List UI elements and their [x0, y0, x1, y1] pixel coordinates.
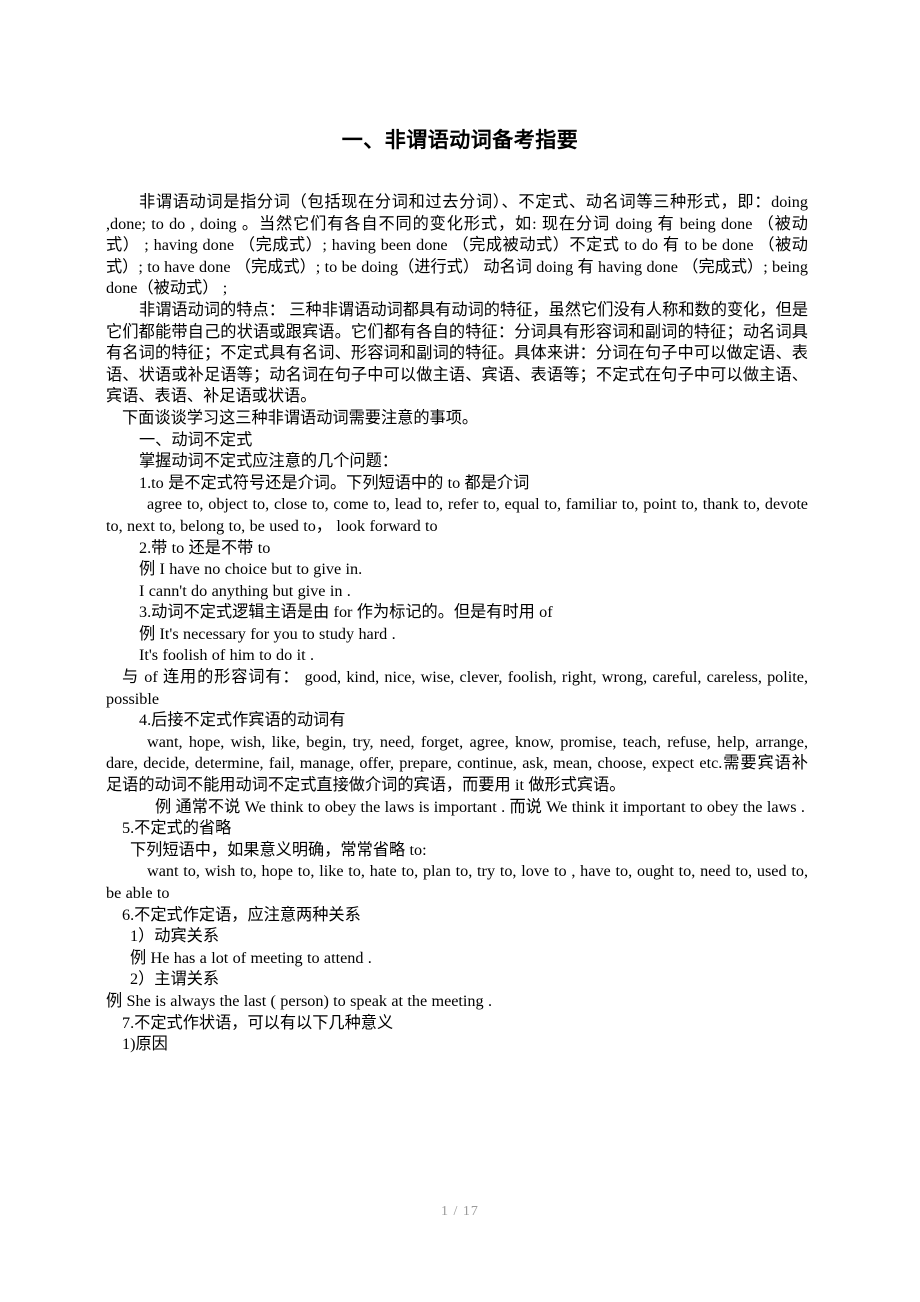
item-6-heading: 6.不定式作定语，应注意两种关系: [122, 905, 361, 924]
item-6-example-2: 例 She is always the last ( person) to sp…: [106, 991, 493, 1010]
section-subheading: 掌握动词不定式应注意的几个问题：: [139, 452, 398, 471]
item-6-sub-1: 1）动宾关系: [130, 927, 220, 946]
item-6-sub-2: 2）主谓关系: [130, 970, 220, 989]
item-7-heading: 7.不定式作状语，可以有以下几种意义: [122, 1013, 394, 1032]
page-number-footer: 1 / 17: [441, 1204, 479, 1219]
item-5-intro: 下列短语中，如果意义明确，常常省略 to:: [130, 840, 427, 859]
document-page: 一、非谓语动词备考指要 非谓语动词是指分词（包括现在分词和过去分词）、不定式、动…: [0, 0, 920, 1302]
item-2-example-1: 例 I have no choice but to give in.: [139, 560, 363, 579]
section-heading-infinitive: 一、动词不定式: [139, 430, 253, 449]
item-4-heading: 4.后接不定式作宾语的动词有: [139, 711, 346, 730]
paragraph-lead: 下面谈谈学习这三种非谓语动词需要注意的事项。: [122, 408, 479, 427]
page-title: 一、非谓语动词备考指要: [341, 129, 579, 152]
item-3-of-adjective-list: 与 of 连用的形容词有： good, kind, nice, wise, cl…: [106, 668, 808, 708]
item-3-example-2: It's foolish of him to do it .: [139, 646, 314, 665]
item-2-example-2: I cann't do anything but give in .: [139, 581, 351, 600]
item-1-list: agree to, object to, close to, come to, …: [106, 495, 808, 535]
item-4-example: 例 通常不说 We think to obey the laws is impo…: [155, 797, 805, 816]
item-3-heading: 3.动词不定式逻辑主语是由 for 作为标记的。但是有时用 of: [139, 603, 553, 622]
document-body: 非谓语动词是指分词（包括现在分词和过去分词）、不定式、动名词等三种形式，即：do…: [106, 192, 808, 1056]
paragraph-features: 非谓语动词的特点： 三种非谓语动词都具有动词的特征，虽然它们没有人称和数的变化，…: [106, 300, 808, 406]
item-6-example-1: 例 He has a lot of meeting to attend .: [130, 948, 372, 967]
item-4-list: want, hope, wish, like, begin, try, need…: [106, 732, 808, 795]
item-5-list: want to, wish to, hope to, like to, hate…: [106, 862, 808, 902]
item-7-sub-1: 1)原因: [122, 1035, 168, 1054]
item-5-heading: 5.不定式的省略: [122, 819, 232, 838]
item-3-example-1: 例 It's necessary for you to study hard .: [139, 624, 396, 643]
paragraph-intro: 非谓语动词是指分词（包括现在分词和过去分词）、不定式、动名词等三种形式，即：do…: [106, 193, 808, 298]
item-1-heading: 1.to 是不定式符号还是介词。下列短语中的 to 都是介词: [139, 473, 530, 492]
item-2-heading: 2.带 to 还是不带 to: [139, 538, 271, 557]
